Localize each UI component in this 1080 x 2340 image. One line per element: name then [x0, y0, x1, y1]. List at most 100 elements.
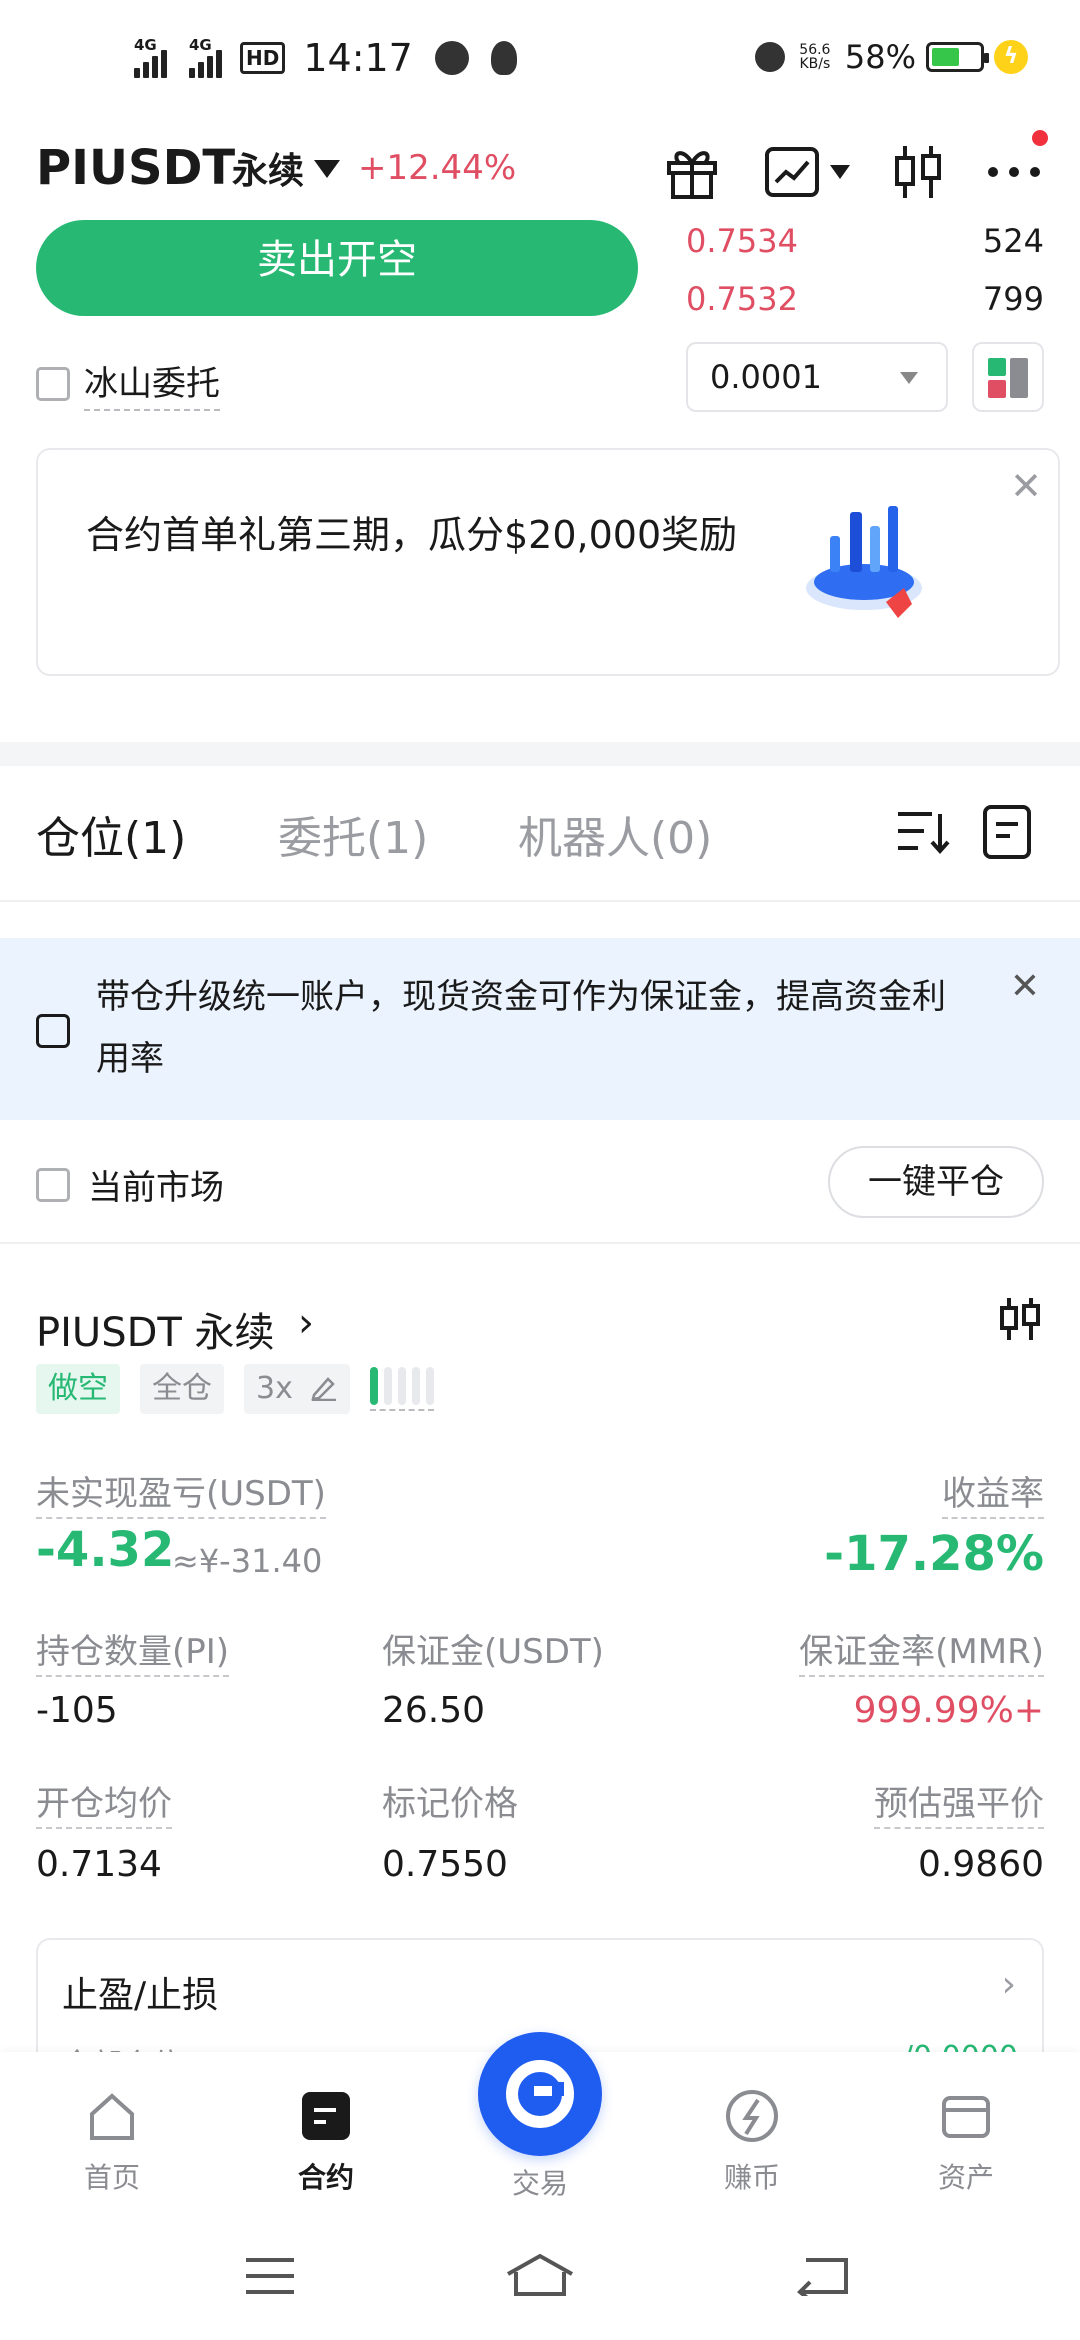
- margin-mode-badge: 全仓: [140, 1364, 224, 1414]
- promo-card[interactable]: 合约首单礼第三期，瓜分$20,000奖励 ✕: [36, 448, 1060, 676]
- leverage-badge[interactable]: 3x: [244, 1364, 351, 1414]
- candlestick-icon[interactable]: [998, 1296, 1042, 1342]
- battery-percent: 58%: [844, 38, 916, 76]
- nav-home-label: 首页: [83, 2161, 140, 2194]
- ask-qty: 799: [982, 280, 1044, 318]
- promo-text: 合约首单礼第三期，瓜分$20,000奖励: [86, 513, 738, 557]
- battery-icon: [926, 42, 989, 72]
- orderbook-layout-icon: [988, 358, 1028, 398]
- tab-bots[interactable]: 机器人(0): [518, 802, 712, 866]
- edit-icon: [311, 1377, 337, 1402]
- chart-type-button[interactable]: [762, 140, 852, 204]
- tab-positions[interactable]: 仓位(1): [36, 802, 186, 866]
- unrealized-pnl-label: 未实现盈亏(USDT): [36, 1466, 326, 1519]
- promo-illustration: [806, 506, 922, 618]
- iceberg-order-option[interactable]: 冰山委托: [36, 356, 220, 411]
- current-market-filter[interactable]: 当前市场: [36, 1160, 224, 1209]
- nav-assets[interactable]: 资产: [906, 2088, 1026, 2196]
- position-tabs: 仓位(1) 委托(1) 机器人(0): [0, 766, 1080, 902]
- liquidation-price-label: 预估强平价: [874, 1776, 1044, 1829]
- mark-price-label: 标记价格: [382, 1784, 518, 1824]
- position-size-value: -105: [36, 1690, 118, 1731]
- precision-value: 0.0001: [710, 358, 822, 396]
- margin-value: 26.50: [382, 1690, 486, 1731]
- nav-assets-label: 资产: [937, 2161, 994, 2194]
- nav-earn-label: 赚币: [723, 2161, 780, 2194]
- close-icon[interactable]: ✕: [1010, 966, 1040, 1007]
- current-market-checkbox[interactable]: [36, 1167, 70, 1202]
- side-badge: 做空: [36, 1364, 120, 1414]
- signal-icon-sim2: 4G: [189, 36, 222, 78]
- entry-price-label: 开仓均价: [36, 1776, 172, 1829]
- charging-icon: ϟ: [994, 40, 1028, 74]
- ask-qty: 524: [982, 222, 1044, 260]
- nav-futures[interactable]: 合约: [266, 2088, 386, 2196]
- sort-icon[interactable]: [894, 804, 952, 858]
- iceberg-checkbox[interactable]: [36, 366, 70, 401]
- wallet-icon: [942, 2096, 990, 2138]
- position-tags: 做空 全仓 3x: [36, 1364, 435, 1414]
- trade-logo-icon: [506, 2060, 574, 2128]
- close-all-button[interactable]: 一键平仓: [828, 1146, 1044, 1218]
- back-icon[interactable]: [796, 2256, 850, 2296]
- contract-type[interactable]: 永续: [232, 142, 304, 194]
- nav-home[interactable]: 首页: [52, 2088, 172, 2196]
- position-size-label: 持仓数量(PI): [36, 1624, 230, 1677]
- hd-voice-icon: HD: [240, 42, 286, 74]
- unrealized-pnl-value: -4.32: [36, 1522, 175, 1578]
- candlestick-icon[interactable]: [888, 140, 948, 204]
- nav-futures-label: 合约: [297, 2161, 354, 2194]
- unrealized-pnl-cny: ≈¥-31.40: [172, 1542, 323, 1580]
- network-speed: 56.6 KB/s: [795, 43, 835, 71]
- divider: [0, 1242, 1080, 1244]
- adl-indicator: [370, 1367, 435, 1411]
- banner-text: 带仓升级统一账户，现货资金可作为保证金，提高资金利用率: [96, 977, 946, 1079]
- price-precision-select[interactable]: 0.0001: [686, 342, 948, 412]
- sell-open-short-button[interactable]: 卖出开空: [36, 220, 638, 316]
- menu-icon[interactable]: [244, 2256, 296, 2296]
- wechat-icon: [434, 41, 469, 75]
- iceberg-label: 冰山委托: [84, 356, 220, 411]
- network-type-sim1: 4G: [134, 36, 157, 54]
- home-nav-icon[interactable]: [506, 2252, 574, 2298]
- unified-account-banner[interactable]: 带仓升级统一账户，现货资金可作为保证金，提高资金利用率 ✕: [0, 938, 1080, 1120]
- chevron-right-icon[interactable]: ›: [298, 1300, 314, 1346]
- qq-icon: [490, 41, 517, 75]
- nav-earn[interactable]: 赚币: [692, 2088, 812, 2196]
- roe-label: 收益率: [942, 1466, 1044, 1519]
- pair-dropdown-icon[interactable]: [314, 160, 340, 178]
- orderbook-layout-button[interactable]: [972, 342, 1044, 412]
- mark-price-value: 0.7550: [382, 1844, 508, 1885]
- upgrade-icon: [36, 1014, 70, 1048]
- tab-orders[interactable]: 委托(1): [278, 802, 428, 866]
- current-market-label: 当前市场: [88, 1168, 224, 1208]
- leverage-value: 3x: [256, 1371, 293, 1406]
- gift-icon[interactable]: [660, 140, 724, 204]
- chevron-right-icon: ›: [1001, 1964, 1016, 2005]
- position-symbol[interactable]: PIUSDT 永续: [36, 1300, 275, 1358]
- close-icon[interactable]: ✕: [1010, 464, 1042, 508]
- price-change: +12.44%: [358, 148, 517, 188]
- pair-symbol[interactable]: PIUSDT: [36, 140, 235, 196]
- signal-icon-sim1: 4G: [134, 36, 167, 78]
- orderbook-row[interactable]: 0.7534 524: [686, 222, 1044, 260]
- more-icon[interactable]: [984, 140, 1044, 204]
- orderbook-row[interactable]: 0.7532 799: [686, 280, 1044, 318]
- chevron-down-icon: [900, 372, 918, 384]
- network-type-sim2: 4G: [189, 36, 212, 54]
- order-history-icon[interactable]: [982, 804, 1032, 860]
- home-icon: [90, 2093, 134, 2140]
- chevron-down-icon: [830, 165, 850, 179]
- earn-icon: [726, 2090, 778, 2142]
- nav-trade-label: 交易: [511, 2167, 568, 2200]
- mmr-value: 999.99%+: [853, 1690, 1044, 1731]
- system-nav-bar: [0, 2212, 1080, 2340]
- speed-value: 56.6: [799, 42, 831, 58]
- alarm-icon: [754, 42, 785, 72]
- trade-button[interactable]: [478, 2032, 602, 2156]
- roe-value: -17.28%: [824, 1526, 1044, 1582]
- tp-sl-label: 止盈/止损: [62, 1975, 219, 2016]
- status-right: 56.6 KB/s 58% ϟ: [754, 38, 1028, 76]
- mmr-label: 保证金率(MMR): [799, 1624, 1044, 1677]
- liquidation-price-value: 0.9860: [918, 1844, 1044, 1885]
